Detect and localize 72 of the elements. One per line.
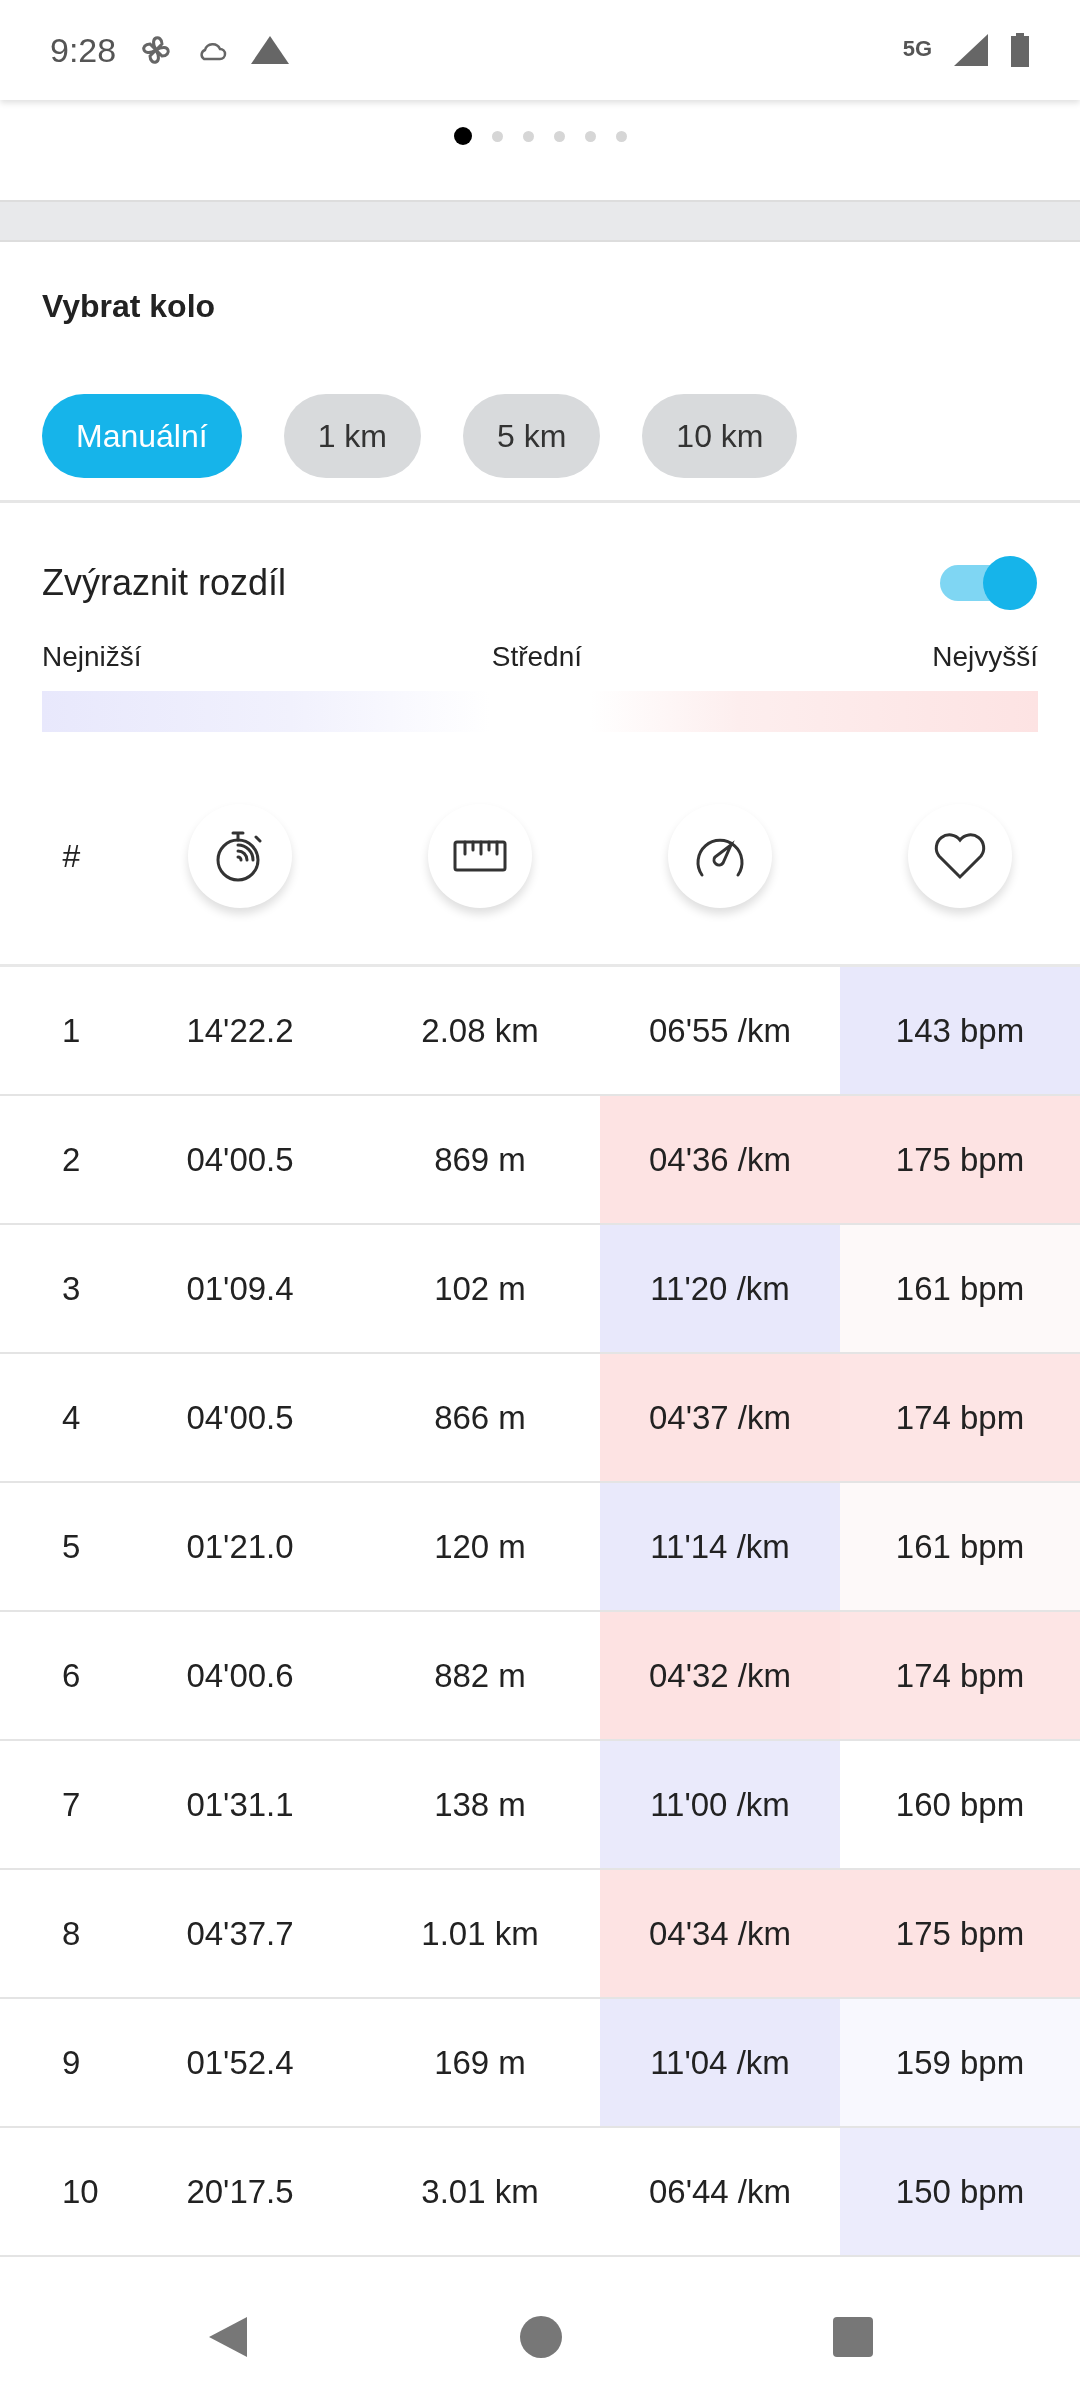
- section-title: Vybrat kolo: [41, 287, 217, 326]
- table-cell-text: 4: [61, 1397, 82, 1438]
- table-cell-text: 7: [61, 1784, 82, 1825]
- back-icon[interactable]: [207, 2315, 249, 2359]
- table-cell: 175 bpm: [840, 1096, 1080, 1223]
- table-cell: 143 bpm: [840, 967, 1080, 1094]
- warning-icon: [250, 35, 291, 65]
- table-cell-text: 9: [61, 2042, 82, 2083]
- lap-chip[interactable]: 10 km: [642, 394, 798, 478]
- page-dot[interactable]: [453, 127, 472, 145]
- legend-label: Střední: [491, 641, 583, 673]
- table-cell-text: 102 m: [433, 1268, 527, 1309]
- table-cell-text: 01'31.1: [185, 1784, 295, 1825]
- table-cell: 174 bpm: [840, 1612, 1080, 1739]
- table-cell-text: 1.01 km: [420, 1913, 540, 1954]
- table-cell-text: 8: [61, 1913, 82, 1954]
- table-cell: 11'00 /km: [600, 1741, 840, 1868]
- table-cell-text: 3: [61, 1268, 82, 1309]
- table-cell-text: 01'52.4: [185, 2042, 295, 2083]
- page-dot[interactable]: [553, 130, 565, 142]
- network-type: 5G: [902, 36, 932, 62]
- table-cell-text: 2.08 km: [420, 1010, 540, 1051]
- table-cell-text: 882 m: [433, 1655, 527, 1696]
- table-cell: 04'37 /km: [600, 1354, 840, 1481]
- signal-icon: [954, 34, 988, 66]
- page-dot[interactable]: [615, 130, 627, 142]
- table-cell-text: 01'09.4: [185, 1268, 295, 1309]
- status-time: 9:28: [50, 30, 117, 70]
- table-cell-text: 14'22.2: [185, 1010, 295, 1051]
- table-cell: 04'34 /km: [600, 1870, 840, 1997]
- page-dot[interactable]: [584, 130, 596, 142]
- table-cell-text: 5: [61, 1526, 82, 1567]
- legend-label: Nejvyšší: [932, 641, 1038, 673]
- table-cell-text: 04'00.5: [185, 1397, 295, 1438]
- table-cell-text: 138 m: [433, 1784, 527, 1825]
- table-cell: 11'04 /km: [600, 1999, 840, 2126]
- table-cell: 174 bpm: [840, 1354, 1080, 1481]
- page-dot[interactable]: [522, 130, 534, 142]
- table-cell-text: 04'00.6: [185, 1655, 295, 1696]
- legend-label: Nejnižší: [42, 641, 142, 673]
- lap-chip[interactable]: 1 km: [283, 394, 421, 478]
- table-cell: 11'20 /km: [600, 1225, 840, 1352]
- table-cell: 161 bpm: [840, 1225, 1080, 1352]
- table-cell: 04'36 /km: [600, 1096, 840, 1223]
- table-cell-text: 6: [61, 1655, 82, 1696]
- table-cell-text: 3.01 km: [420, 2171, 540, 2212]
- table-cell-text: 120 m: [433, 1526, 527, 1567]
- table-cell-text: 04'37.7: [185, 1913, 295, 1954]
- table-cell: 11'14 /km: [600, 1483, 840, 1610]
- lap-chip[interactable]: 5 km: [463, 394, 601, 478]
- page-dot[interactable]: [491, 130, 503, 142]
- table-cell: 161 bpm: [840, 1483, 1080, 1610]
- table-cell: 04'32 /km: [600, 1612, 840, 1739]
- table-cell-text: 1: [61, 1010, 82, 1051]
- table-cell-text: 10: [61, 2171, 100, 2212]
- table-cell-text: 01'21.0: [185, 1526, 295, 1567]
- table-cell: 175 bpm: [840, 1870, 1080, 1997]
- column-header: #: [61, 837, 81, 875]
- table-cell: 150 bpm: [840, 2128, 1080, 2255]
- table-cell-text: 169 m: [433, 2042, 527, 2083]
- toggle-label: Zvýraznit rozdíl: [42, 562, 287, 604]
- ruler-icon: [453, 840, 507, 872]
- toggle-switch[interactable]: [940, 555, 1038, 611]
- table-cell-text: 869 m: [433, 1139, 527, 1180]
- home-icon[interactable]: [519, 2315, 563, 2359]
- battery-icon: [1010, 33, 1030, 67]
- table-cell: 159 bpm: [840, 1999, 1080, 2126]
- heart-icon: [933, 832, 987, 880]
- table-cell-text: 20'17.5: [185, 2171, 295, 2212]
- table-cell-text: 2: [61, 1139, 82, 1180]
- table-cell-text: 866 m: [433, 1397, 527, 1438]
- table-cell-text: 04'00.5: [185, 1139, 295, 1180]
